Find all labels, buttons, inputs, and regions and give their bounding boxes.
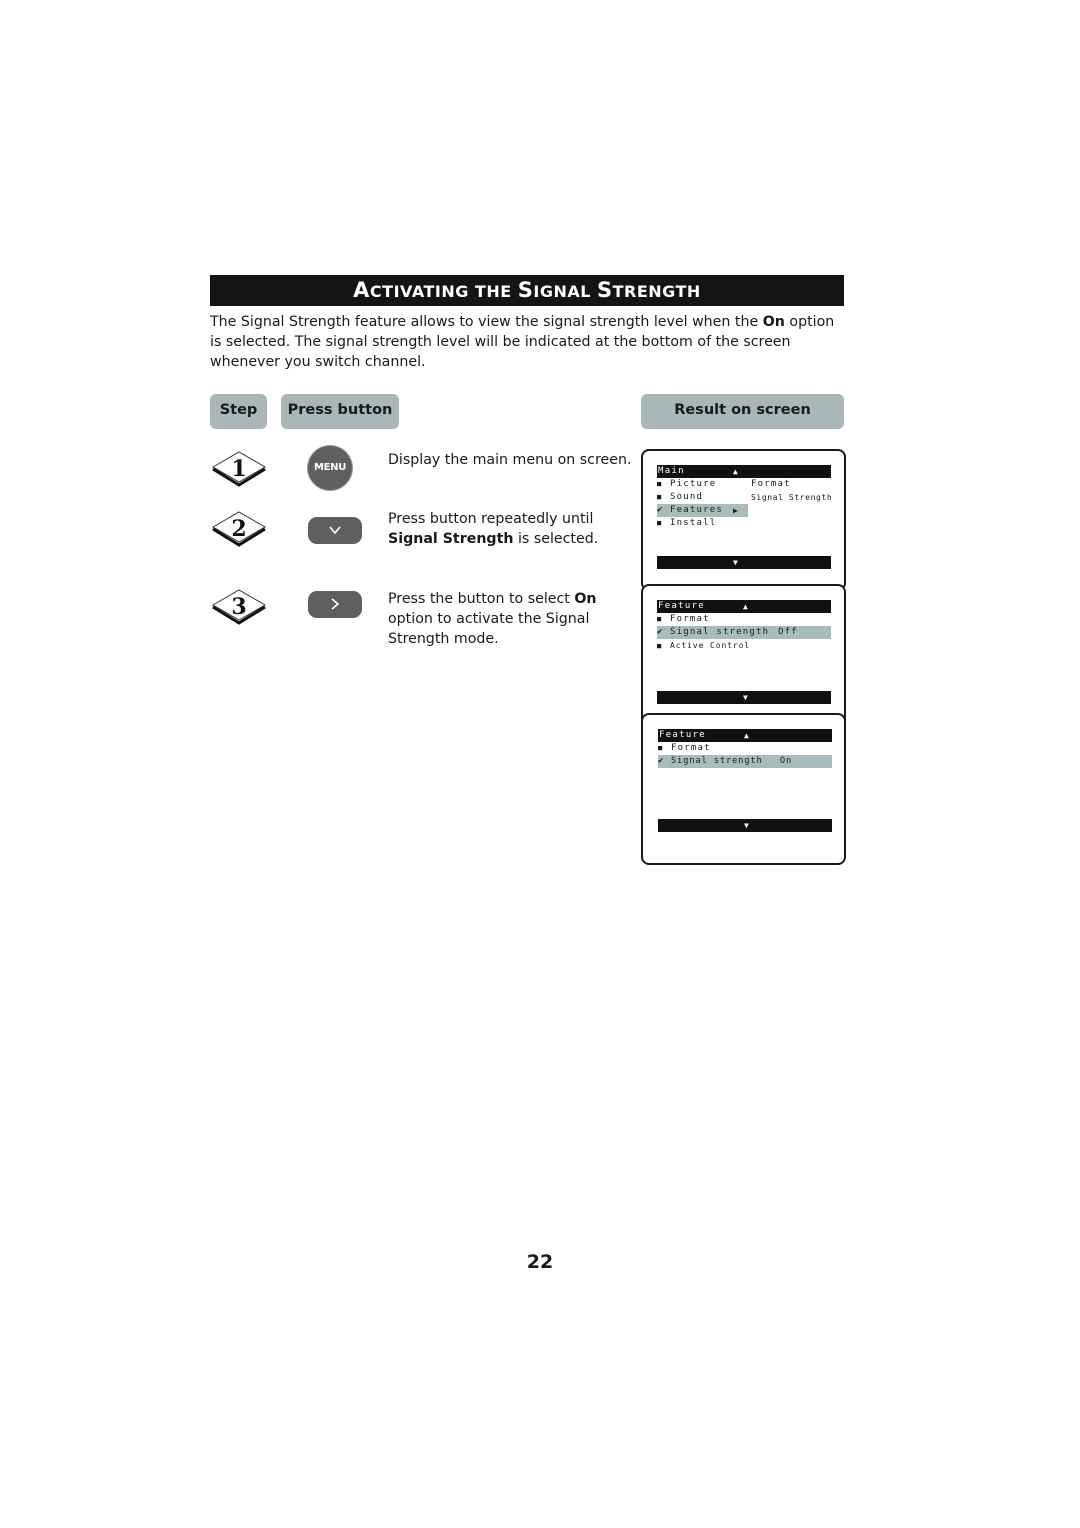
step-2-bold: Signal Strength (388, 531, 514, 547)
osd-item-format: ■ Format (658, 742, 711, 755)
right-button (308, 591, 362, 618)
title-cap-s1: S (517, 278, 534, 302)
screen-main-menu: Main ▲ ■ Picture ■ Sound ✔ Features ▶ ■ Insta… (641, 449, 846, 591)
section-title: ACTIVATING THE SIGNAL STRENGTH (210, 275, 844, 306)
osd-header-bar: Feature ▲ (657, 600, 831, 613)
check-icon: ✔ (658, 756, 665, 766)
up-arrow-icon: ▲ (733, 467, 740, 476)
step-2-description: Press button repeatedly until Signal Str… (388, 509, 638, 549)
up-arrow-icon: ▲ (744, 731, 751, 740)
step-3-bold: On (574, 591, 597, 607)
play-arrow-icon: ▶ (733, 506, 740, 515)
down-arrow-icon: ▼ (744, 821, 751, 830)
step-1-text: Display the main menu on screen. (388, 452, 632, 468)
diamond-icon: 2 (211, 511, 267, 547)
osd-item-sound: ■ Sound (657, 491, 703, 504)
osd-item-label: Signal strength (670, 627, 770, 637)
header-press-button: Press button (281, 394, 399, 429)
check-icon: ✔ (657, 505, 664, 515)
osd-footer-bar: ▼ (658, 819, 832, 832)
bullet-icon: ■ (657, 615, 663, 623)
down-arrow-icon: ▼ (743, 693, 750, 702)
chevron-down-icon (329, 526, 341, 535)
osd-item-value-off: Off (778, 627, 798, 637)
step-1-number: 1 (231, 456, 246, 482)
bullet-icon: ■ (657, 642, 663, 650)
title-cap-s2: S (596, 278, 613, 302)
osd-header-title: Main (658, 466, 685, 476)
step-2-text-rest: is selected. (513, 531, 599, 547)
chevron-right-icon (331, 598, 340, 610)
step-3-badge: 3 (211, 588, 267, 626)
osd-item-label: Sound (670, 492, 704, 502)
step-3-number: 3 (231, 594, 246, 620)
osd-item-label: Install (670, 518, 717, 528)
screen-feature-off: Feature ▲ ■ Format ✔ Signal strength Off ■ A… (641, 584, 846, 726)
osd-header-bar: Feature ▲ (658, 729, 832, 742)
title-text-3: TRENGTH (612, 282, 701, 301)
up-arrow-icon: ▲ (743, 602, 750, 611)
page-number: 22 (526, 1251, 554, 1273)
bullet-icon: ■ (658, 744, 664, 752)
step-2-number: 2 (231, 516, 246, 542)
osd-submenu-format: Format (751, 479, 791, 489)
osd-item-signal-strength: ✔ Signal strength Off (657, 626, 831, 639)
intro-text: The Signal Strength feature allows to vi… (210, 314, 763, 330)
osd-header-title: Feature (659, 730, 707, 740)
bullet-icon: ■ (657, 519, 663, 527)
osd-item-label: Signal strength (671, 756, 763, 766)
osd-item-install: ■ Install (657, 517, 716, 530)
osd-item-features: ✔ Features ▶ (657, 504, 748, 517)
step-2-text: Press button repeatedly until (388, 511, 594, 527)
bullet-icon: ■ (657, 480, 663, 488)
osd-item-label: Active Control (670, 641, 751, 650)
step-1-badge: 1 (211, 450, 267, 488)
osd-item-signal-strength: ✔ Signal strength On (658, 755, 832, 768)
intro-bold-on: On (762, 314, 785, 330)
header-result-on-screen: Result on screen (641, 394, 844, 429)
osd-footer-bar: ▼ (657, 691, 831, 704)
osd-header-title: Feature (658, 601, 706, 611)
bullet-icon: ■ (657, 493, 663, 501)
osd-item-value-on: On (780, 756, 793, 766)
screen-feature-on: Feature ▲ ■ Format ✔ Signal strength On ▼ (641, 713, 846, 865)
osd-footer-bar: ▼ (657, 556, 831, 569)
title-cap-a: A (353, 278, 370, 302)
intro-paragraph: The Signal Strength feature allows to vi… (210, 312, 850, 372)
osd-submenu-signal-strength: Signal Strength (751, 493, 833, 502)
header-step: Step (210, 394, 267, 429)
step-3-text-rest: option to activate the Signal Strength m… (388, 611, 590, 647)
menu-button: MENU (308, 446, 352, 490)
diamond-icon: 3 (211, 589, 267, 625)
osd-item-format: ■ Format (657, 613, 710, 626)
step-1-description: Display the main menu on screen. (388, 450, 638, 470)
osd-item-label: Format (670, 614, 710, 624)
step-2-badge: 2 (211, 510, 267, 548)
down-arrow-icon: ▼ (733, 558, 740, 567)
osd-item-label: Format (671, 743, 711, 753)
step-3-text: Press the button to select (388, 591, 575, 607)
title-text-1: CTIVATING THE (369, 282, 518, 301)
step-3-description: Press the button to select On option to … (388, 589, 638, 649)
diamond-icon: 1 (211, 451, 267, 487)
down-button (308, 517, 362, 544)
osd-item-label: Picture (670, 479, 717, 489)
title-text-2: IGNAL (533, 282, 597, 301)
osd-item-active-control: ■ Active Control (657, 639, 750, 652)
osd-item-label: Features (670, 505, 723, 515)
osd-item-picture: ■ Picture (657, 478, 716, 491)
check-icon: ✔ (657, 627, 664, 637)
osd-header-bar: Main ▲ (657, 465, 831, 478)
